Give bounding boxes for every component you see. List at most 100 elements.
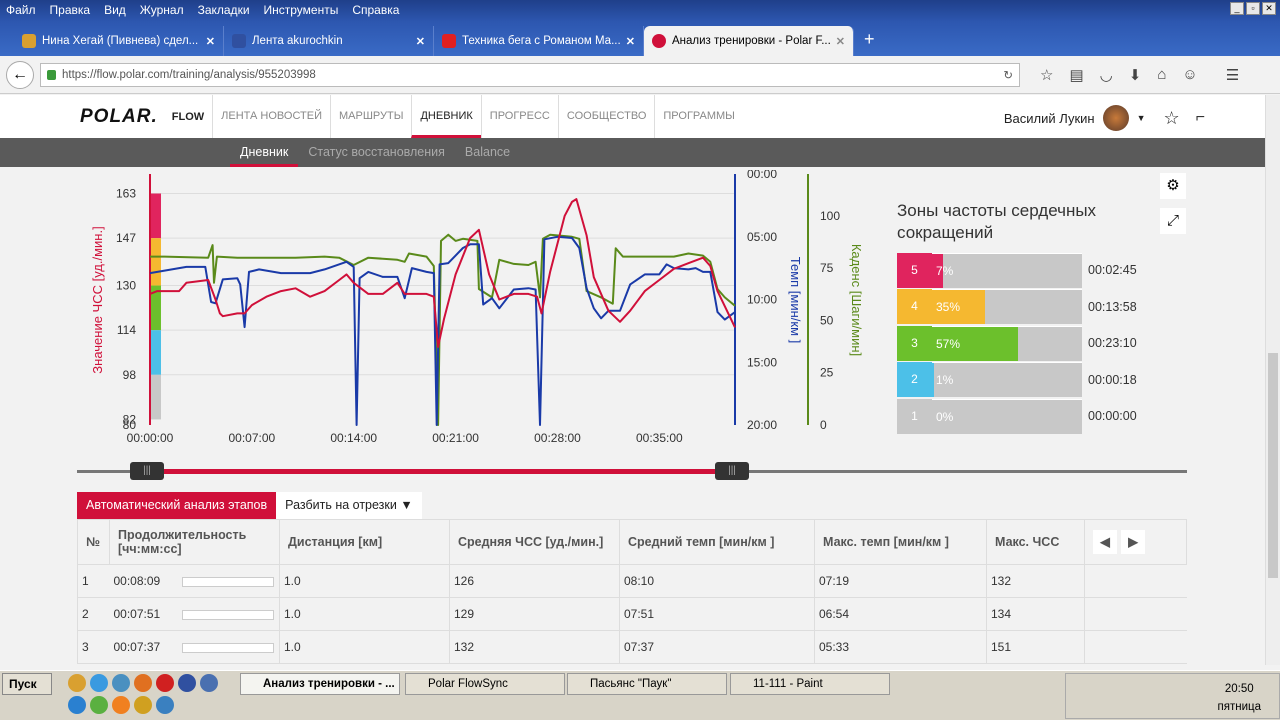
menu-bar: Файл Правка Вид Журнал Закладки Инструме… — [0, 0, 1280, 22]
col-number: № — [77, 519, 110, 565]
table-row[interactable]: 3 00:07:37 1.0 132 07:37 05:33 151 — [77, 630, 1187, 664]
new-tab-button[interactable]: + — [854, 29, 885, 56]
menu-file[interactable]: Файл — [6, 3, 36, 19]
home-icon[interactable]: ⌂ — [1157, 66, 1166, 84]
menu-bookmarks[interactable]: Закладки — [198, 3, 250, 19]
opera-icon[interactable] — [156, 674, 174, 692]
settings-gear-icon[interactable]: ⚙ — [1160, 173, 1186, 199]
taskbar-item-solitaire[interactable]: Пасьянс "Паук" — [567, 673, 727, 695]
scrollbar-thumb[interactable] — [1268, 353, 1278, 578]
cadence-tick-label: 75 — [820, 261, 834, 275]
zones-title: Зоны частоты сердечных сокращений — [897, 201, 1097, 242]
ie-icon[interactable] — [68, 696, 86, 714]
range-handle-start[interactable]: ||| — [130, 462, 164, 480]
table-row[interactable]: 2 00:07:51 1.0 129 07:51 06:54 134 — [77, 597, 1187, 631]
menu-help[interactable]: Справка — [352, 3, 399, 19]
lap-number: 2 — [77, 597, 110, 631]
time-range-slider[interactable]: ||| ||| — [77, 462, 1187, 480]
nav-feed[interactable]: ЛЕНТА НОВОСТЕЙ — [212, 95, 330, 138]
notifications-icon[interactable]: ⌐ — [1196, 109, 1205, 127]
app-icon[interactable] — [156, 696, 174, 714]
tab-2[interactable]: Лента akurochkin ✕ — [224, 26, 434, 56]
top-navigation: POLAR. FLOW ЛЕНТА НОВОСТЕЙ МАРШРУТЫ ДНЕВ… — [0, 95, 1265, 138]
dropdown-arrow-icon: ▼ — [400, 498, 413, 512]
lock-icon — [47, 69, 56, 80]
firefox-icon[interactable] — [134, 674, 152, 692]
zone-number: 4 — [897, 289, 932, 325]
url-bar[interactable]: https://flow.polar.com/training/analysis… — [40, 62, 1020, 87]
close-tab-icon[interactable]: ✕ — [836, 35, 845, 48]
tab-1[interactable]: Нина Хегай (Пивнева) сдел... ✕ — [14, 26, 224, 56]
chevron-down-icon[interactable]: ▼ — [1137, 113, 1146, 123]
flow-label: FLOW — [171, 110, 205, 123]
clock[interactable]: 20:50 пятница — [1218, 680, 1261, 716]
taskbar-item-paint[interactable]: 11-111 - Paint — [730, 673, 890, 695]
favorites-star-icon[interactable]: ☆ — [1164, 108, 1180, 129]
user-name[interactable]: Василий Лукин — [1004, 111, 1095, 126]
split-segments-dropdown[interactable]: Разбить на отрезки ▼ — [276, 492, 422, 519]
close-tab-icon[interactable]: ✕ — [416, 35, 425, 48]
save-icon[interactable] — [178, 674, 196, 692]
lap-max-pace: 06:54 — [814, 597, 987, 631]
page-scrollbar[interactable] — [1265, 95, 1280, 665]
menu-tools[interactable]: Инструменты — [264, 3, 339, 19]
zone-bar: 0% — [932, 398, 1082, 434]
nav-diary[interactable]: ДНЕВНИК — [411, 95, 481, 138]
nav-community[interactable]: СООБЩЕСТВО — [557, 95, 655, 138]
nav-bar: ← https://flow.polar.com/training/analys… — [0, 56, 1280, 94]
col-duration: Продолжительность [чч:мм:сс] — [109, 519, 280, 565]
auto-lap-analysis-button[interactable]: Автоматический анализ этапов — [77, 492, 277, 519]
avatar[interactable] — [1102, 105, 1129, 131]
taskbar-item-firefox[interactable]: Анализ тренировки - ... — [240, 673, 400, 695]
subnav-balance[interactable]: Balance — [455, 138, 520, 167]
back-button[interactable]: ← — [6, 60, 34, 89]
sub-navigation: Дневник Статус восстановления Balance — [0, 138, 1265, 167]
close-tab-icon[interactable]: ✕ — [206, 35, 215, 48]
bookmark-star-icon[interactable]: ☆ — [1040, 66, 1053, 84]
zone-time: 00:23:10 — [1088, 336, 1137, 351]
start-button[interactable]: Пуск — [2, 673, 52, 695]
nav-routes[interactable]: МАРШРУТЫ — [330, 95, 411, 138]
table-row[interactable]: 1 00:08:09 1.0 126 08:10 07:19 132 — [77, 564, 1187, 598]
odnoklassniki-icon[interactable] — [112, 696, 130, 714]
taskbar-item-flowsync[interactable]: Polar FlowSync — [405, 673, 565, 695]
reload-icon[interactable]: ↻ — [1003, 68, 1013, 82]
polar-logo[interactable]: POLAR. — [80, 106, 158, 128]
menu-history[interactable]: Журнал — [140, 3, 184, 19]
lap-duration: 00:07:51 — [113, 607, 161, 621]
nav-progress[interactable]: ПРОГРЕСС — [480, 95, 558, 138]
fullscreen-expand-icon[interactable]: ⤢ — [1160, 208, 1186, 234]
close-window-button[interactable]: ✕ — [1262, 2, 1276, 15]
download-icon[interactable]: ⬇ — [1129, 66, 1142, 84]
tab-4-active[interactable]: Анализ тренировки - Polar F... ✕ — [644, 26, 854, 56]
chrome-icon[interactable] — [90, 674, 108, 692]
app-icon[interactable] — [112, 674, 130, 692]
cadence-axis-label: Каденс [Шаги/мин] — [849, 244, 864, 356]
scroll-left-icon[interactable]: ◀ — [1093, 530, 1117, 554]
chat-icon[interactable]: ☺ — [1182, 66, 1197, 84]
range-handle-end[interactable]: ||| — [715, 462, 749, 480]
subnav-recovery[interactable]: Статус восстановления — [298, 138, 455, 167]
training-chart[interactable]: 16314713011498828000:00:00 00:07:00 00:14:… — [80, 170, 880, 450]
menu-edit[interactable]: Правка — [50, 3, 91, 19]
menu-view[interactable]: Вид — [104, 3, 126, 19]
zone-row: 1 0% 00:00:00 — [897, 398, 1137, 435]
reading-list-icon[interactable]: ▤ — [1069, 66, 1083, 84]
lap-distance: 1.0 — [279, 630, 450, 664]
vk-icon[interactable] — [200, 674, 218, 692]
hamburger-menu-icon[interactable]: ☰ — [1226, 66, 1239, 84]
scroll-right-icon[interactable]: ▶ — [1121, 530, 1145, 554]
subnav-diary[interactable]: Дневник — [230, 138, 299, 167]
tab-3[interactable]: Техника бега с Романом Ма... ✕ — [434, 26, 644, 56]
app-icon[interactable] — [68, 674, 86, 692]
nav-programs[interactable]: ПРОГРАММЫ — [654, 95, 743, 138]
pocket-icon[interactable]: ◡ — [1100, 66, 1113, 84]
close-tab-icon[interactable]: ✕ — [626, 35, 635, 48]
app-icon[interactable] — [90, 696, 108, 714]
minimize-button[interactable]: _ — [1230, 2, 1244, 15]
hr-tick-label: 80 — [123, 418, 137, 432]
media-player-icon[interactable] — [134, 696, 152, 714]
maximize-button[interactable]: ▫ — [1246, 2, 1260, 15]
zone-bar: 7% — [932, 252, 1082, 288]
x-tick-label: 00:07:00 — [229, 431, 276, 445]
